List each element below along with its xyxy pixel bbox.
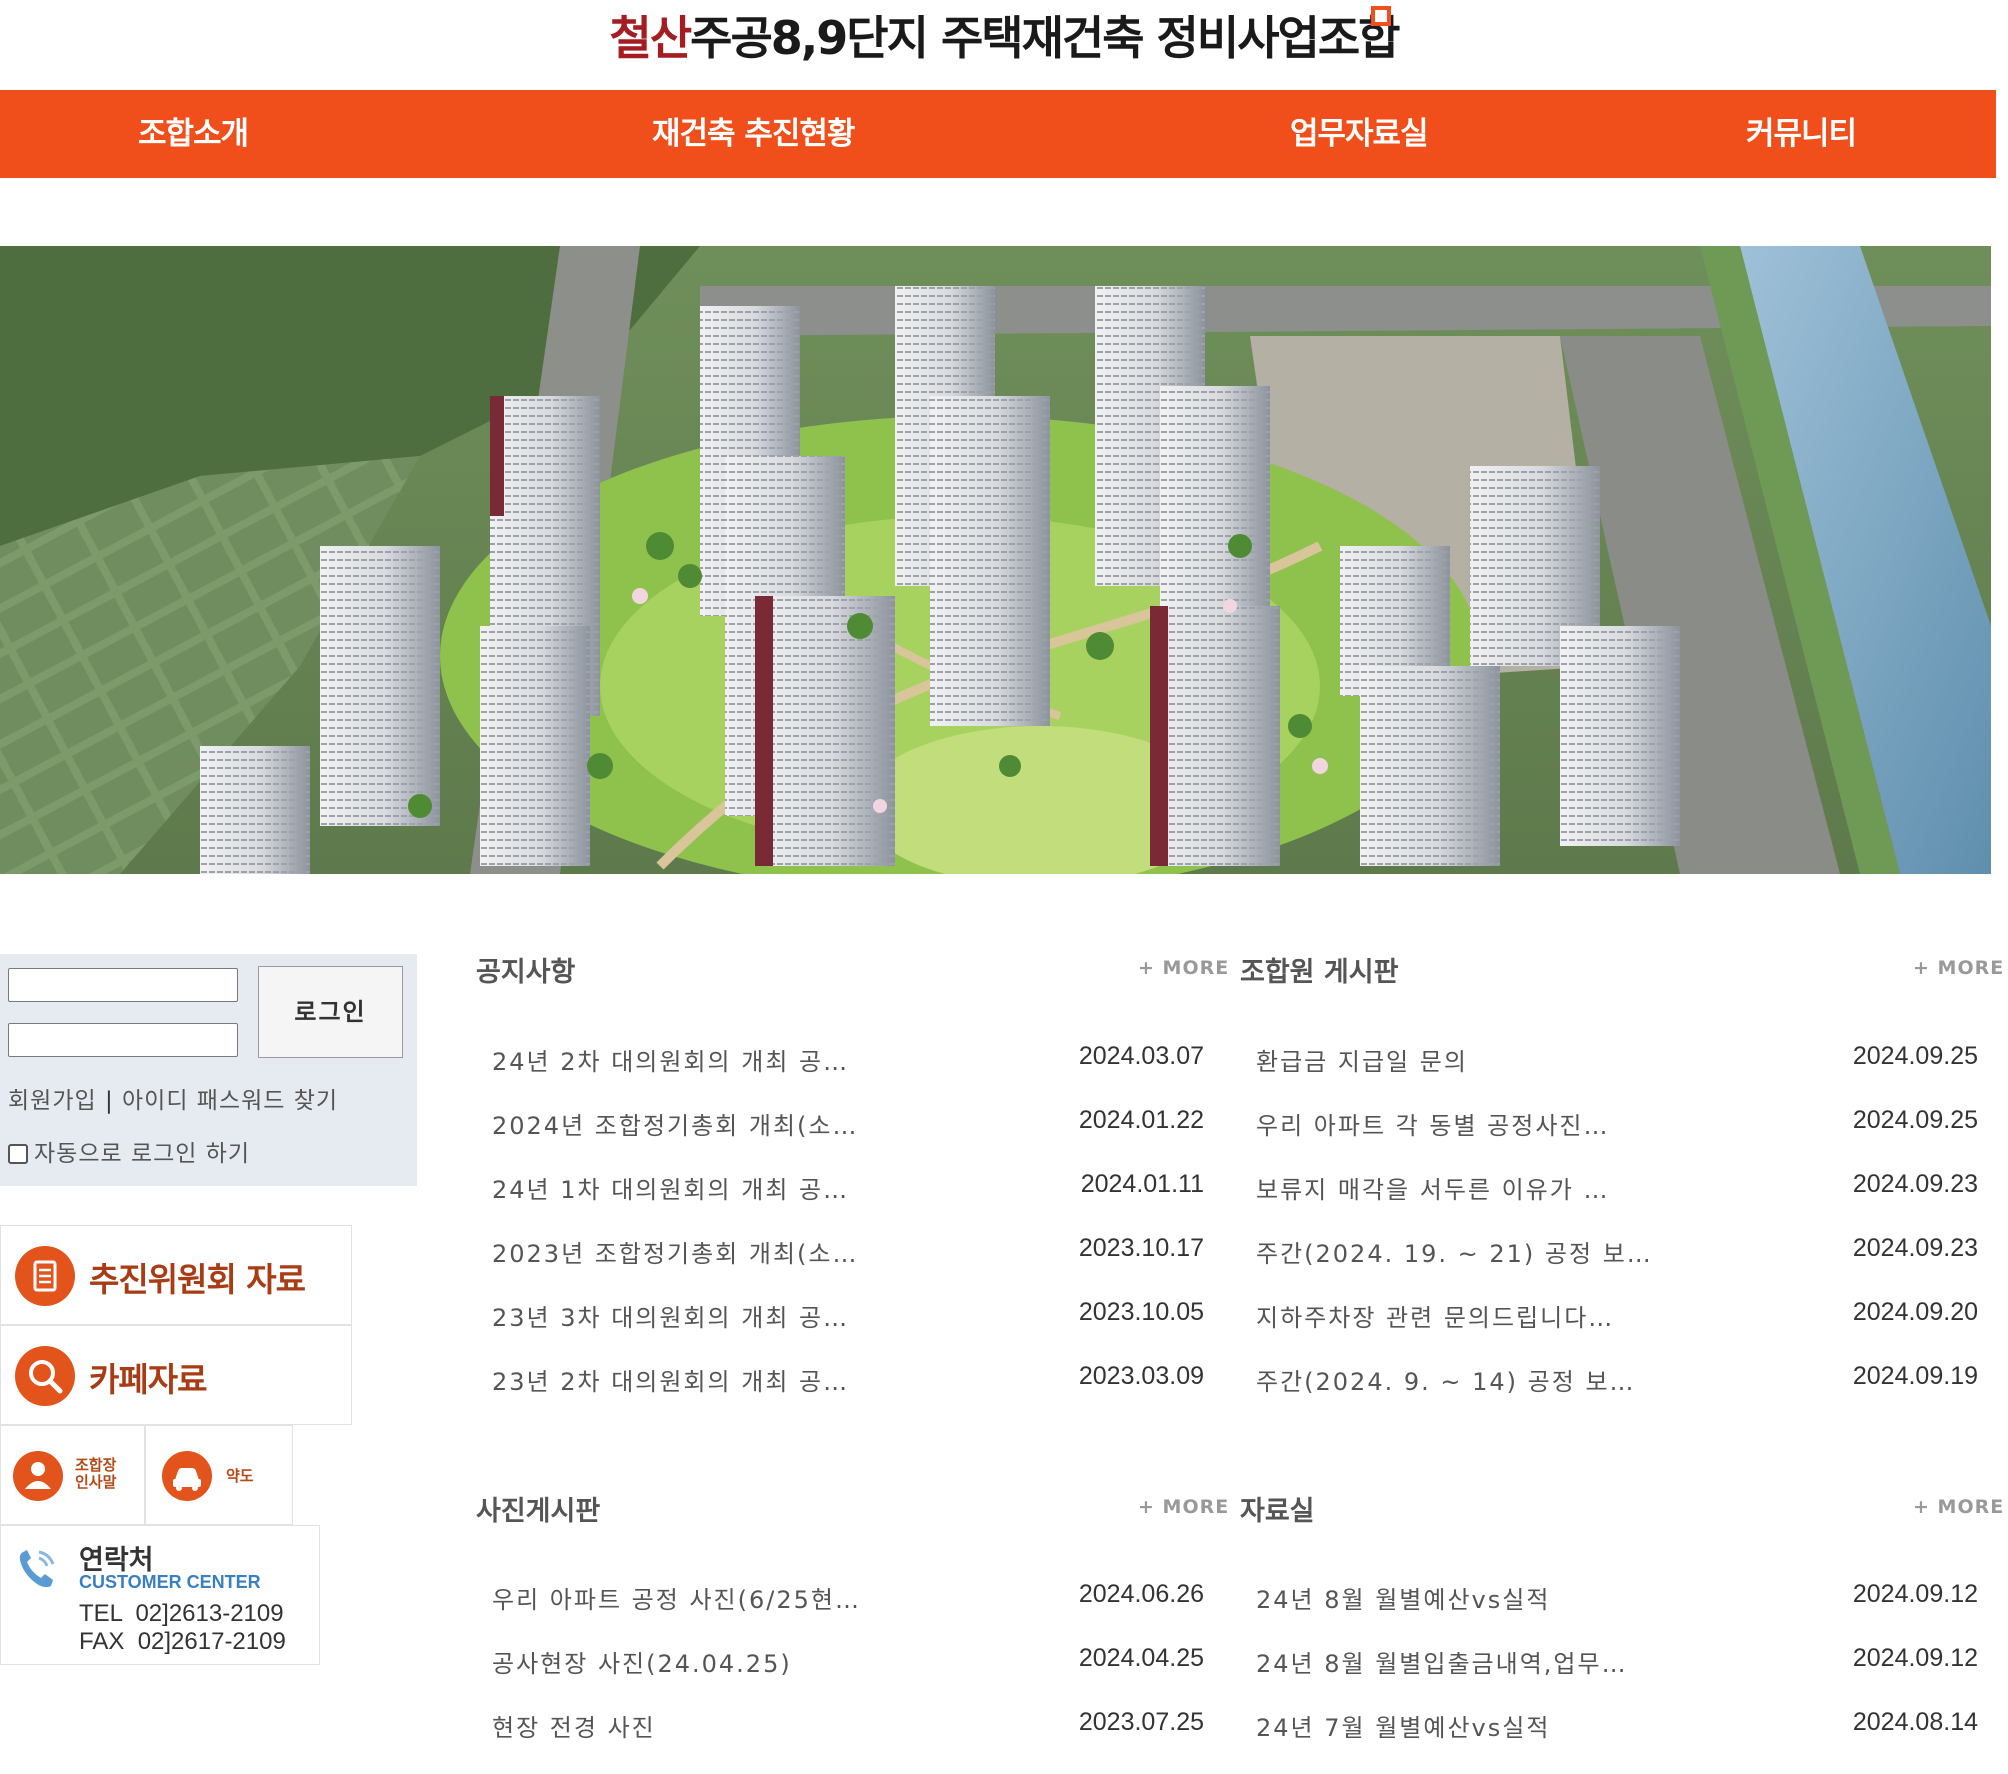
board-row-date: 2024.09.19 <box>1852 1362 1978 1390</box>
cafe-data-link[interactable]: 카페자료 <box>0 1325 352 1425</box>
site-title[interactable]: 철산주공8,9단지 주택재건축 정비사업조합 <box>0 0 2008 88</box>
photo-board-title[interactable]: 사진게시판 <box>476 1489 600 1528</box>
board-row-title[interactable]: 23년 2차 대의원회의 개최 공… <box>492 1362 849 1397</box>
contact-tel: TEL 02]2613-2109 <box>79 1600 284 1627</box>
password-input[interactable] <box>8 1023 238 1057</box>
board-row-title[interactable]: 현장 전경 사진 <box>492 1708 656 1743</box>
member-board-title[interactable]: 조합원 게시판 <box>1240 950 1398 989</box>
username-input[interactable] <box>8 968 238 1002</box>
board-row-title[interactable]: 주간(2024. 19. ~ 21) 공정 보… <box>1256 1234 1653 1269</box>
nav-item-union-intro[interactable]: 조합소개 <box>138 90 249 178</box>
board-row-date: 2024.03.07 <box>1078 1042 1204 1070</box>
board-row-date: 2024.09.25 <box>1852 1042 1978 1070</box>
hero-illustration <box>0 246 1991 874</box>
contact-subtitle: CUSTOMER CENTER <box>79 1572 261 1592</box>
board-row-date: 2024.09.12 <box>1852 1644 1978 1672</box>
site-title-accent: 철산 <box>609 11 693 65</box>
archive-more-link[interactable]: + MORE <box>1913 1496 2004 1518</box>
board-row-title[interactable]: 환급금 지급일 문의 <box>1256 1042 1468 1077</box>
login-box: 로그인 회원가입 | 아이디 패스워드 찾기 자동으로 로그인 하기 <box>0 954 417 1186</box>
cafe-data-label: 카페자료 <box>89 1360 207 1399</box>
board-row-date: 2023.10.17 <box>1078 1234 1204 1262</box>
board-row-title[interactable]: 우리 아파트 공정 사진(6/25현… <box>492 1580 861 1615</box>
board-row-title[interactable]: 2024년 조합정기총회 개최(소… <box>492 1106 859 1141</box>
nav-item-community[interactable]: 커뮤니티 <box>1746 90 1857 178</box>
board-row-title[interactable]: 주간(2024. 9. ~ 14) 공정 보… <box>1256 1362 1636 1397</box>
board-row-title[interactable]: 23년 3차 대의원회의 개최 공… <box>492 1298 849 1333</box>
site-title-rest: 주공8,9단지 주택재건축 정비사업조합 <box>690 11 1400 65</box>
board-row-title[interactable]: 24년 8월 월별예산vs실적 <box>1256 1580 1550 1615</box>
auto-login-label: 자동으로 로그인 하기 <box>34 1141 251 1167</box>
board-row-date: 2024.09.20 <box>1852 1298 1978 1326</box>
board-row-date: 2023.03.09 <box>1078 1362 1204 1390</box>
member-more-link[interactable]: + MORE <box>1913 957 2004 979</box>
board-row-date: 2023.07.25 <box>1078 1708 1204 1736</box>
contact-fax: FAX 02]2617-2109 <box>79 1628 286 1655</box>
board-row-title[interactable]: 2023년 조합정기총회 개최(소… <box>492 1234 859 1269</box>
login-links: 회원가입 | 아이디 패스워드 찾기 <box>8 1081 338 1115</box>
committee-data-label: 추진위원회 자료 <box>89 1260 306 1299</box>
board-row-title[interactable]: 공사현장 사진(24.04.25) <box>492 1644 792 1679</box>
board-row-date: 2024.01.22 <box>1078 1106 1204 1134</box>
notice-board-title[interactable]: 공지사항 <box>476 950 575 989</box>
map-label: 약도 <box>226 1467 254 1485</box>
board-row-title[interactable]: 24년 1차 대의원회의 개최 공… <box>492 1170 849 1205</box>
board-row-date: 2024.08.14 <box>1852 1708 1978 1736</box>
board-row-title[interactable]: 우리 아파트 각 동별 공정사진… <box>1256 1106 1609 1141</box>
signup-link[interactable]: 회원가입 <box>8 1088 97 1114</box>
board-row-date: 2024.09.23 <box>1852 1234 1978 1262</box>
board-row-date: 2023.10.05 <box>1078 1298 1204 1326</box>
board-row-title[interactable]: 지하주차장 관련 문의드립니다… <box>1256 1298 1614 1333</box>
map-link[interactable]: 약도 <box>145 1425 293 1525</box>
board-row-date: 2024.04.25 <box>1078 1644 1204 1672</box>
link-separator: | <box>96 1088 123 1114</box>
nav-item-work-archive[interactable]: 업무자료실 <box>1290 90 1429 178</box>
find-account-link[interactable]: 아이디 패스워드 찾기 <box>122 1088 338 1114</box>
committee-data-link[interactable]: 추진위원회 자료 <box>0 1225 352 1325</box>
login-button[interactable]: 로그인 <box>258 966 403 1058</box>
car-icon <box>162 1451 212 1501</box>
document-icon <box>15 1246 75 1306</box>
board-row-date: 2024.09.23 <box>1852 1170 1978 1198</box>
hero-aerial-image <box>0 246 1991 874</box>
nav-item-reconstruction-status[interactable]: 재건축 추진현황 <box>652 90 855 178</box>
contact-box: 연락처 CUSTOMER CENTER TEL 02]2613-2109 FAX… <box>0 1525 320 1665</box>
board-row-title[interactable]: 24년 7월 월별예산vs실적 <box>1256 1708 1550 1743</box>
board-row-date: 2024.01.11 <box>1080 1170 1204 1198</box>
board-row-date: 2024.09.12 <box>1852 1580 1978 1608</box>
chairman-greeting-label: 조합장 인사말 <box>75 1456 117 1491</box>
title-square-icon <box>1371 6 1391 26</box>
person-icon <box>13 1451 63 1501</box>
chairman-greeting-link[interactable]: 조합장 인사말 <box>0 1425 145 1525</box>
photo-more-link[interactable]: + MORE <box>1138 1496 1229 1518</box>
board-row-title[interactable]: 24년 8월 월별입출금내역,업무… <box>1256 1644 1628 1679</box>
phone-icon <box>13 1544 63 1594</box>
board-row-date: 2024.09.25 <box>1852 1106 1978 1134</box>
auto-login-checkbox[interactable] <box>8 1144 28 1164</box>
board-row-title[interactable]: 보류지 매각을 서두른 이유가 … <box>1256 1170 1609 1205</box>
board-row-date: 2024.06.26 <box>1078 1580 1204 1608</box>
auto-login[interactable]: 자동으로 로그인 하기 <box>8 1134 250 1168</box>
notice-more-link[interactable]: + MORE <box>1138 957 1229 979</box>
search-icon <box>15 1346 75 1406</box>
archive-board-title[interactable]: 자료실 <box>1240 1489 1315 1528</box>
main-nav: 조합소개 재건축 추진현황 업무자료실 커뮤니티 <box>0 90 1996 178</box>
board-row-title[interactable]: 24년 2차 대의원회의 개최 공… <box>492 1042 849 1077</box>
